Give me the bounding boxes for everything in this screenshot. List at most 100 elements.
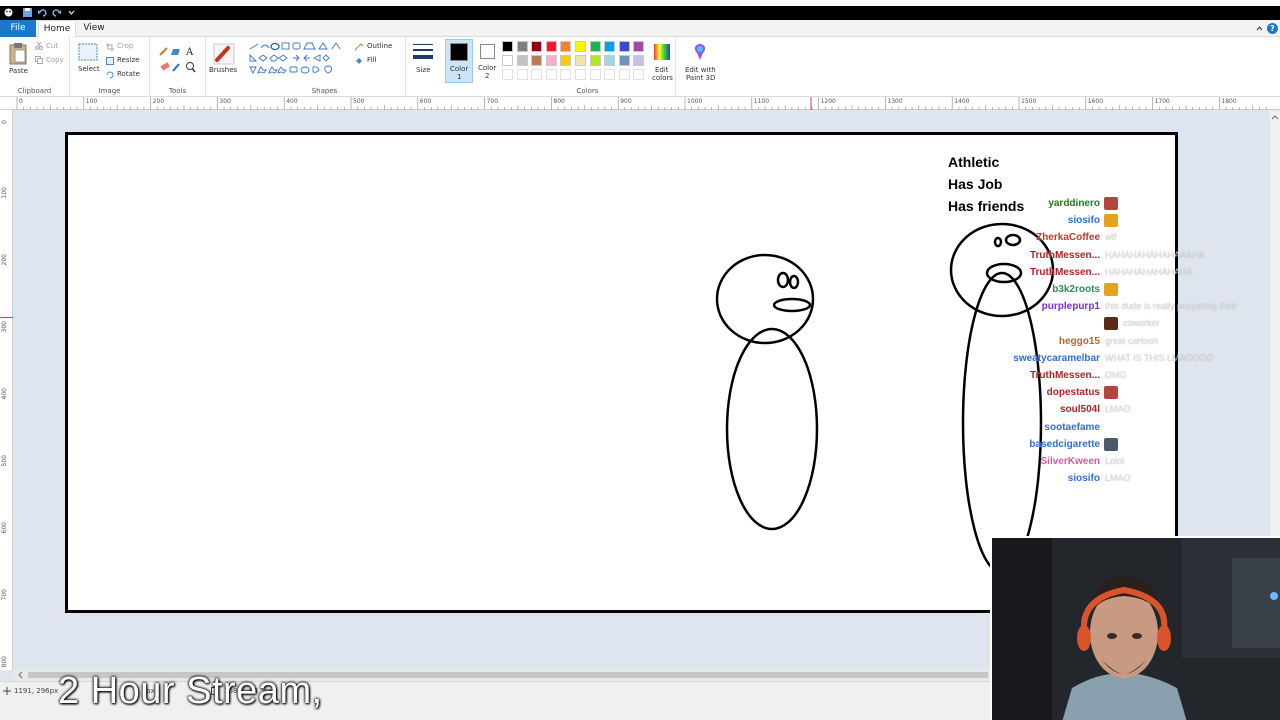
- chat-username[interactable]: ZherkaCoffee: [1036, 232, 1100, 243]
- save-icon[interactable]: [22, 7, 33, 18]
- webcam-feed: [992, 538, 1280, 720]
- scroll-left-icon[interactable]: [16, 669, 26, 681]
- fill-label[interactable]: Fill: [367, 56, 376, 64]
- copy-label[interactable]: Copy: [46, 56, 64, 64]
- cut-icon[interactable]: [35, 42, 43, 50]
- scroll-up-icon[interactable]: [1270, 113, 1280, 123]
- chat-username[interactable]: sootaefame: [1044, 422, 1100, 433]
- brushes-label[interactable]: Brushes: [209, 66, 237, 74]
- paste-label[interactable]: Paste: [9, 67, 28, 75]
- vertical-ruler: 0 100 200 300 400 500 600 700 800: [0, 110, 13, 670]
- chat-user-block: TruthMessen...: [1000, 264, 1100, 281]
- fill-icon[interactable]: [354, 57, 364, 65]
- chat-text: LMAO: [1105, 473, 1131, 484]
- tab-view[interactable]: View: [78, 20, 110, 37]
- ruler-number: 1300: [887, 98, 903, 105]
- ruler-number: 1700: [1154, 98, 1170, 105]
- outline-label[interactable]: Outline: [367, 42, 392, 50]
- cursor-position: 1191, 296px: [14, 687, 59, 695]
- chat-username[interactable]: sweatycaramelbar: [1013, 353, 1100, 364]
- chat-message: TruthMessen... OMG: [1000, 367, 1270, 384]
- chat-text: wtf: [1105, 232, 1117, 243]
- ruler-number: 1800: [1221, 98, 1237, 105]
- chat-message: coworker: [1000, 315, 1270, 332]
- cut-label[interactable]: Cut: [46, 42, 58, 50]
- size-icon[interactable]: [412, 41, 434, 63]
- color1-label: Color: [450, 65, 469, 73]
- color1-button[interactable]: Color 1: [445, 39, 473, 83]
- chat-message: b3k2roots: [1000, 281, 1270, 298]
- chat-text: WHAT IS THIS LMAOOOO: [1105, 352, 1214, 363]
- chat-username[interactable]: TruthMessen...: [1030, 370, 1100, 381]
- ruler-number: 0: [19, 98, 23, 105]
- vertical-ruler-number: 500: [1, 455, 8, 467]
- chat-message: sootaefame: [1000, 419, 1270, 436]
- rotate-label[interactable]: Rotate: [117, 70, 140, 78]
- resize-icon[interactable]: [106, 57, 114, 65]
- paint3d-line2[interactable]: Paint 3D: [686, 74, 715, 82]
- redo-icon[interactable]: [51, 7, 62, 18]
- chat-username[interactable]: b3k2roots: [1052, 284, 1100, 295]
- ruler-number: 1200: [820, 98, 836, 105]
- chat-text: this dude is really puppeting their: [1105, 301, 1237, 312]
- vertical-ruler-number: 700: [1, 589, 8, 601]
- ruler-number: 100: [85, 98, 98, 105]
- ribbon: Paste Cut Copy Clipboard Select Crop Res…: [0, 37, 1280, 97]
- chat-message: SilverKween Lolol: [1000, 453, 1270, 470]
- select-label[interactable]: Select: [78, 65, 100, 73]
- undo-icon[interactable]: [37, 7, 48, 18]
- paint3d-line1[interactable]: Edit with: [685, 66, 716, 74]
- paint3d-icon[interactable]: [690, 42, 710, 62]
- ruler-cursor-marker: [0, 317, 13, 318]
- chevron-down-icon[interactable]: [66, 7, 77, 18]
- chat-username[interactable]: purplepurp1: [1042, 301, 1100, 312]
- outline-icon[interactable]: [354, 43, 364, 51]
- chat-text: Lolol: [1105, 456, 1125, 466]
- chat-emote-icon: [1104, 437, 1118, 451]
- ruler-number: 700: [486, 98, 499, 105]
- chat-username[interactable]: siosifo: [1068, 473, 1100, 484]
- left-figure-eye-2: [788, 274, 800, 290]
- color2-button[interactable]: Color 2: [475, 39, 501, 83]
- chat-username[interactable]: yarddinero: [1048, 198, 1100, 209]
- collapse-ribbon-icon[interactable]: [1255, 24, 1264, 33]
- chat-user-block: yarddinero: [1000, 195, 1100, 212]
- edit-colors-icon[interactable]: [652, 42, 672, 62]
- vertical-ruler-number: 0: [1, 120, 8, 124]
- chat-username[interactable]: dopestatus: [1047, 387, 1100, 398]
- resize-label[interactable]: Resize: [117, 56, 139, 64]
- size-label[interactable]: Size: [416, 66, 430, 74]
- rotate-icon[interactable]: [106, 71, 114, 79]
- left-figure-eye: [776, 271, 790, 289]
- brushes-icon[interactable]: [212, 42, 236, 66]
- chat-username[interactable]: SilverKween: [1041, 456, 1100, 467]
- help-button[interactable]: ?: [1267, 23, 1278, 34]
- ruler-number: 600: [419, 98, 432, 105]
- ruler-number: 900: [620, 98, 632, 105]
- chat-user-block: TruthMessen...: [1000, 367, 1100, 384]
- select-icon[interactable]: [78, 43, 98, 61]
- tab-home[interactable]: Home: [38, 20, 76, 38]
- crop-label[interactable]: Crop: [117, 42, 133, 50]
- chat-username[interactable]: soul504l: [1060, 404, 1100, 415]
- chat-username[interactable]: TruthMessen...: [1030, 250, 1100, 261]
- chat-message: heggo15 great cartoon: [1000, 333, 1270, 350]
- chat-username[interactable]: heggo15: [1059, 336, 1100, 347]
- chat-username[interactable]: basedcigarette: [1029, 439, 1100, 450]
- chat-username[interactable]: siosifo: [1068, 215, 1100, 226]
- color1-swatch: [450, 43, 468, 61]
- chat-username[interactable]: TruthMessen...: [1030, 267, 1100, 278]
- paste-icon[interactable]: [8, 42, 28, 65]
- copy-icon[interactable]: [35, 56, 43, 64]
- chat-user-block: soul504l: [1000, 401, 1100, 418]
- shapes-gallery[interactable]: [248, 42, 346, 80]
- edit-colors-line1[interactable]: Edit: [655, 66, 669, 74]
- chat-user-block: SilverKween: [1000, 453, 1100, 470]
- chat-emote-icon: [1104, 196, 1118, 210]
- edit-colors-line2[interactable]: colors: [652, 74, 673, 82]
- crop-icon[interactable]: [106, 43, 114, 51]
- chat-user-block: basedcigarette: [1000, 436, 1100, 453]
- tab-file[interactable]: File: [0, 20, 36, 37]
- ruler-number: 1000: [687, 98, 703, 105]
- tools-icons[interactable]: A: [158, 45, 198, 75]
